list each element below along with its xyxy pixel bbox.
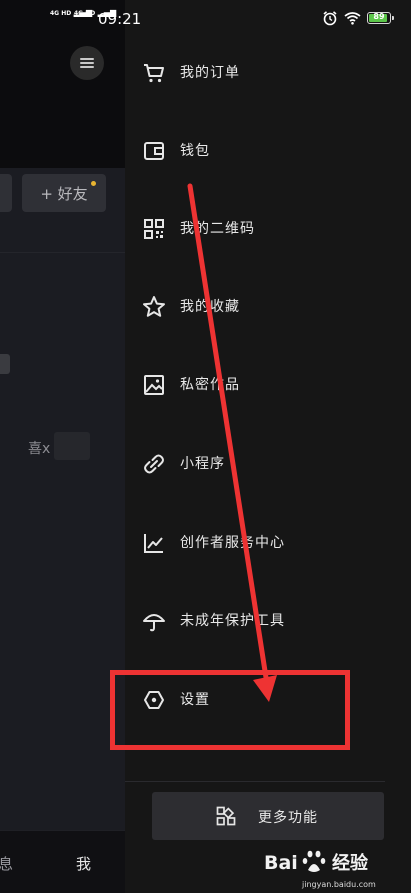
hamburger-menu-button[interactable] xyxy=(70,46,104,80)
background-page: + 好友 喜x 息 我 xyxy=(0,0,125,893)
likes-tab-label[interactable]: 喜x xyxy=(28,438,50,458)
watermark-site: jingyan.baidu.com xyxy=(302,880,376,889)
divider xyxy=(125,781,385,782)
wifi-icon xyxy=(344,12,361,25)
add-friend-button[interactable]: + 好友 xyxy=(22,174,106,212)
side-drawer: 我的订单 钱包 我的二维码 我的收藏 私密作品 小程序 创作者服务中心 未成年保… xyxy=(125,0,411,893)
menu-item-creator-center[interactable]: 创作者服务中心 xyxy=(125,517,411,569)
notification-dot xyxy=(91,181,96,186)
tag-chip xyxy=(0,354,10,374)
link-icon xyxy=(144,454,164,474)
status-bar: 4G HD ▂▄▆ 4G HD ▂▄▆ 09:21 89 xyxy=(0,0,411,38)
battery-level: 89 xyxy=(373,12,385,21)
menu-item-label: 私密作品 xyxy=(180,377,240,393)
menu-item-label: 钱包 xyxy=(180,143,210,159)
menu-item-label: 小程序 xyxy=(180,456,225,472)
menu-item-wallet[interactable]: 钱包 xyxy=(125,125,411,177)
star-icon xyxy=(143,296,165,317)
menu-item-orders[interactable]: 我的订单 xyxy=(125,47,411,99)
grid-apps-icon xyxy=(216,806,236,826)
chart-icon xyxy=(144,534,163,553)
svg-text:经验: 经验 xyxy=(332,852,369,874)
tab-messages[interactable]: 息 xyxy=(0,853,13,874)
clock: 09:21 xyxy=(98,10,142,28)
baidu-logo-icon: Bai 经验 xyxy=(264,850,369,874)
menu-item-favorites[interactable]: 我的收藏 xyxy=(125,281,411,333)
menu-item-qrcode[interactable]: 我的二维码 xyxy=(125,203,411,255)
svg-text:Bai: Bai xyxy=(264,852,298,874)
alarm-icon xyxy=(323,11,337,26)
menu-item-minor-protection[interactable]: 未成年保护工具 xyxy=(125,595,411,647)
menu-item-label: 创作者服务中心 xyxy=(180,535,285,551)
add-friend-label: + 好友 xyxy=(40,184,88,203)
umbrella-icon xyxy=(143,614,165,632)
network-label-1: 4G HD xyxy=(50,10,72,17)
menu-item-mini-programs[interactable]: 小程序 xyxy=(125,438,411,490)
tab-me[interactable]: 我 xyxy=(76,853,91,874)
qrcode-icon xyxy=(144,219,164,239)
cart-icon xyxy=(144,64,164,83)
divider xyxy=(0,252,125,253)
menu-item-label: 我的订单 xyxy=(180,65,240,81)
battery-icon: 89 xyxy=(367,12,394,24)
menu-item-private-works[interactable]: 私密作品 xyxy=(125,359,411,411)
blurred-area xyxy=(54,432,90,460)
network-label-2: 4G HD xyxy=(74,10,96,17)
more-features-button[interactable]: 更多功能 xyxy=(152,792,384,840)
more-features-label: 更多功能 xyxy=(258,810,318,826)
highlight-box xyxy=(110,670,350,750)
image-icon xyxy=(144,375,164,395)
menu-item-label: 我的二维码 xyxy=(180,221,255,237)
bottom-tab-bar xyxy=(0,830,125,893)
menu-item-label: 我的收藏 xyxy=(180,299,240,315)
baidu-jingyan-watermark: Bai 经验 jingyan.baidu.com xyxy=(262,845,411,893)
wallet-icon xyxy=(144,142,164,160)
edit-profile-button[interactable] xyxy=(0,174,12,212)
menu-item-label: 未成年保护工具 xyxy=(180,613,285,629)
